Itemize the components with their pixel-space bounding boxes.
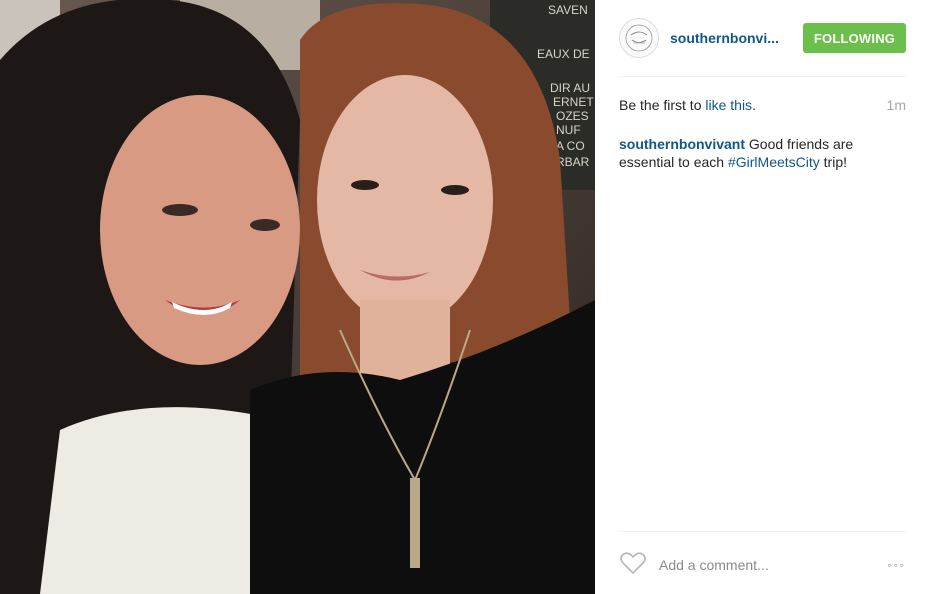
post-header: southernbonvi... FOLLOWING — [619, 18, 906, 58]
chalk-text: NUF — [556, 123, 581, 137]
chalk-text: OZES — [556, 109, 589, 123]
likes-line: Be the first to like this. 1m — [619, 97, 906, 113]
brand-logo-icon — [625, 24, 653, 52]
divider — [619, 76, 906, 77]
chalk-text: DIR AU — [550, 81, 590, 95]
comment-bar: Add a comment... ◦◦◦ — [619, 548, 906, 582]
likes-prefix: Be the first to — [619, 97, 702, 113]
chalk-text: ERNET — [553, 95, 594, 109]
caption-username-link[interactable]: southernbonvivant — [619, 136, 745, 152]
username-link[interactable]: southernbonvi... — [670, 30, 788, 46]
divider — [619, 531, 906, 532]
more-dots-icon[interactable]: ◦◦◦ — [887, 558, 906, 572]
caption-end: trip! — [823, 154, 847, 170]
post-timestamp[interactable]: 1m — [887, 97, 906, 113]
chalk-text: EAUX DE — [537, 47, 590, 61]
chalk-text: RBAR — [556, 155, 590, 169]
post-caption: southernbonvivant Good friends are essen… — [619, 135, 889, 171]
following-button[interactable]: FOLLOWING — [803, 23, 906, 53]
hashtag-link[interactable]: #GirlMeetsCity — [728, 154, 820, 170]
selfie-image: SAVEN EAUX DE DIR AU ERNET OZES NUF A CO… — [0, 0, 595, 594]
heart-outline-icon[interactable] — [619, 551, 647, 580]
likes-suffix: . — [752, 97, 756, 113]
chalk-text: A CO — [556, 139, 585, 153]
add-comment-input[interactable]: Add a comment... — [659, 557, 769, 573]
post-details-panel: southernbonvi... FOLLOWING Be the first … — [595, 0, 928, 594]
like-this-link[interactable]: like this — [705, 97, 752, 113]
post-photo: SAVEN EAUX DE DIR AU ERNET OZES NUF A CO… — [0, 0, 595, 594]
avatar[interactable] — [619, 18, 659, 58]
chalk-text: SAVEN — [548, 3, 588, 17]
